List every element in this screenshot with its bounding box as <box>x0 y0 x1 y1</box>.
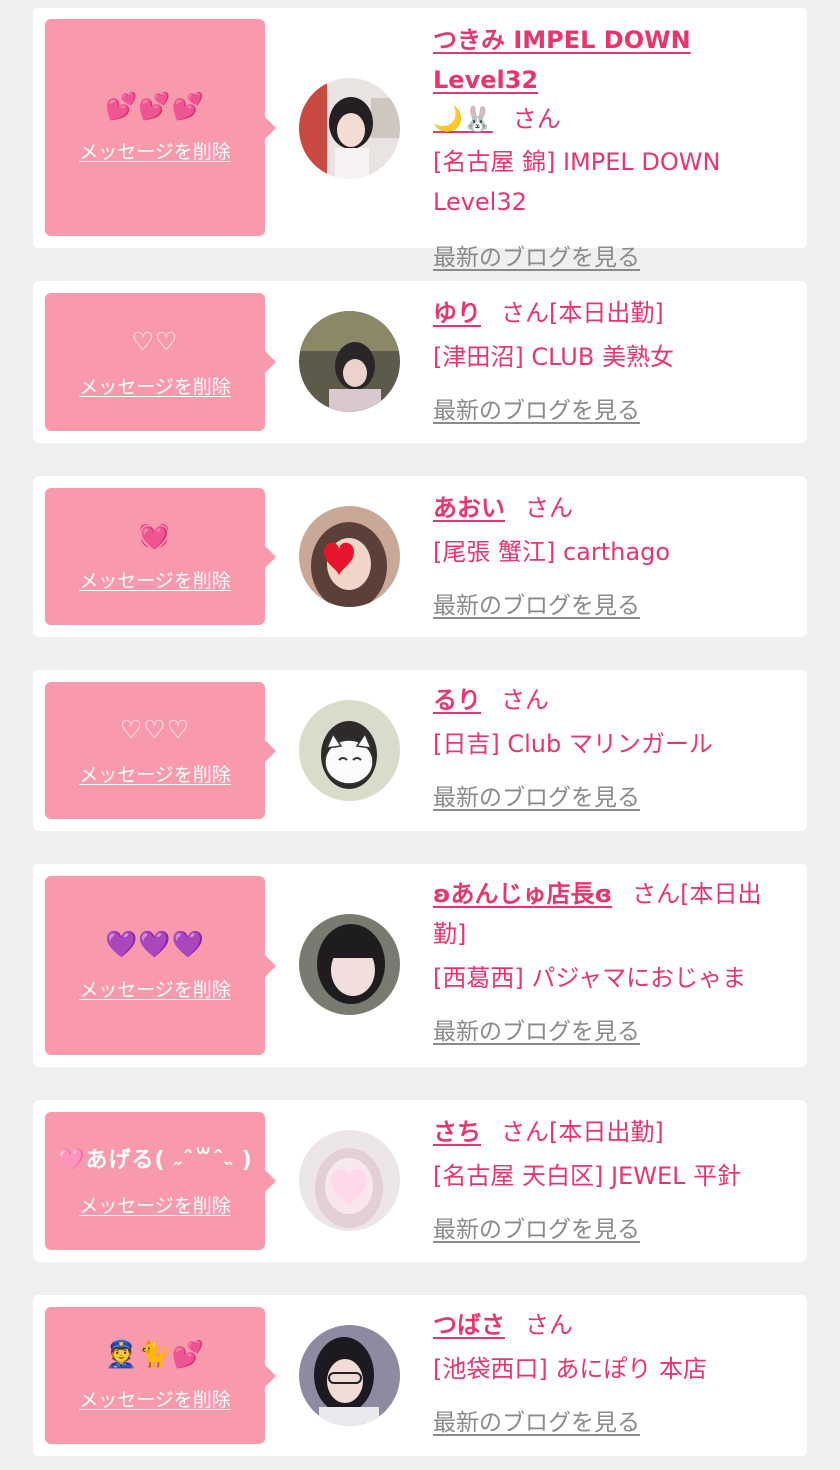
list-item: 🩷あげる( ˶ˆ꒳ˆ˵ ) メッセージを削除 さち さん[本日出勤] [名古屋 天… <box>33 1100 807 1262</box>
delete-message-button[interactable]: メッセージを削除 <box>79 1191 231 1218</box>
message-box: 🩷あげる( ˶ˆ꒳ˆ˵ ) メッセージを削除 <box>45 1112 276 1250</box>
heart-face-cover-icon <box>299 506 400 607</box>
message-emoji: ♡♡ <box>131 326 179 356</box>
delete-message-button[interactable]: メッセージを削除 <box>79 372 231 399</box>
avatar[interactable] <box>299 311 400 412</box>
avatar[interactable] <box>299 700 400 801</box>
message-emoji: 💕💕💕 <box>104 92 206 122</box>
shop-name: [尾張 蟹江] carthago <box>433 538 670 566</box>
avatar[interactable] <box>299 78 400 179</box>
san-suffix: さん <box>501 1118 549 1146</box>
list-item: ♡♡♡ メッセージを削除 るり さん [日吉] Club マリンガール 最新のブロ… <box>33 670 807 831</box>
status-suffix: [本日出勤] <box>549 1118 664 1146</box>
message-box: 💓 メッセージを削除 <box>45 488 276 625</box>
shop-name: [名古屋 錦] IMPEL DOWN Level32 <box>433 148 721 216</box>
item-info: るり さん [日吉] Club マリンガール 最新のブログを見る <box>433 678 793 812</box>
list-item: 💜💜💜 メッセージを削除 ʚあんじゅ店長ɞ さん[本日出勤] [西葛西] パジャマ… <box>33 864 807 1067</box>
cat-face-cover-icon <box>299 700 400 801</box>
message-emoji: 👮🐈💕 <box>104 1340 206 1370</box>
message-box: ♡♡♡ メッセージを削除 <box>45 682 276 819</box>
item-info: つきみ IMPEL DOWN Level32 🌙🐰 さん [名古屋 錦] IMPE… <box>433 20 793 272</box>
list-item: 👮🐈💕 メッセージを削除 つばさ さん [池袋西口] あにぽり 本店 最新のブログ… <box>33 1295 807 1456</box>
shop-name: [津田沼] CLUB 美熟女 <box>433 343 674 371</box>
cast-name-link[interactable]: るり <box>433 686 481 714</box>
delete-message-button[interactable]: メッセージを削除 <box>79 566 231 593</box>
delete-message-button[interactable]: メッセージを削除 <box>79 137 231 164</box>
shop-name: [日吉] Club マリンガール <box>433 730 713 758</box>
list-item: 💓 メッセージを削除 あおい さん [尾張 蟹江] carthago 最新のブログ… <box>33 476 807 637</box>
latest-blog-link[interactable]: 最新のブログを見る <box>433 245 640 271</box>
name-emoji: 🌙🐰 <box>433 105 493 133</box>
san-suffix: さん <box>501 686 549 714</box>
message-emoji: 🩷あげる( ˶ˆ꒳ˆ˵ ) <box>57 1147 253 1173</box>
cast-name-link[interactable]: さち <box>433 1118 481 1146</box>
delete-message-button[interactable]: メッセージを削除 <box>79 1385 231 1412</box>
avatar[interactable] <box>299 1325 400 1426</box>
shop-name: [池袋西口] あにぽり 本店 <box>433 1355 707 1383</box>
message-emoji: 💓 <box>138 521 172 551</box>
heart-face-cover-icon <box>299 1130 400 1231</box>
message-box: 👮🐈💕 メッセージを削除 <box>45 1307 276 1444</box>
cast-name-link[interactable]: つきみ IMPEL DOWN Level32 <box>433 26 691 94</box>
latest-blog-link[interactable]: 最新のブログを見る <box>433 1217 640 1243</box>
list-item: ♡♡ メッセージを削除 ゆり さん[本日出勤] [津田沼] CLUB 美熟女 最新… <box>33 281 807 443</box>
photo-avatar-icon <box>299 311 400 412</box>
shop-name: [西葛西] パジャマにおじゃま <box>433 964 747 992</box>
san-suffix: さん <box>525 1311 573 1339</box>
delete-message-button[interactable]: メッセージを削除 <box>79 975 231 1002</box>
cast-name-link[interactable]: ゆり <box>433 299 481 327</box>
item-info: ゆり さん[本日出勤] [津田沼] CLUB 美熟女 最新のブログを見る <box>433 291 793 425</box>
san-suffix: さん <box>632 880 681 908</box>
delete-message-button[interactable]: メッセージを削除 <box>79 760 231 787</box>
message-emoji: 💜💜💜 <box>104 930 206 960</box>
san-suffix: さん <box>501 299 549 327</box>
cast-name-link[interactable]: つばさ <box>433 1311 505 1339</box>
latest-blog-link[interactable]: 最新のブログを見る <box>433 785 640 811</box>
photo-avatar-icon <box>299 914 400 1015</box>
latest-blog-link[interactable]: 最新のブログを見る <box>433 1410 640 1436</box>
item-info: つばさ さん [池袋西口] あにぽり 本店 最新のブログを見る <box>433 1303 793 1437</box>
message-box: 💕💕💕 メッセージを削除 <box>45 19 276 236</box>
message-box: 💜💜💜 メッセージを削除 <box>45 876 276 1055</box>
list-item: 💕💕💕 メッセージを削除 つきみ IMPEL DOWN Level32 🌙🐰 さん… <box>33 8 807 271</box>
san-suffix: さん <box>512 105 561 133</box>
message-emoji: ♡♡♡ <box>119 715 191 744</box>
shop-name: [名古屋 天白区] JEWEL 平針 <box>433 1162 742 1190</box>
photo-avatar-icon <box>299 78 400 179</box>
message-box: ♡♡ メッセージを削除 <box>45 293 276 431</box>
item-info: ʚあんじゅ店長ɞ さん[本日出勤] [西葛西] パジャマにおじゃま 最新のブログを… <box>433 874 793 1046</box>
item-info: あおい さん [尾張 蟹江] carthago 最新のブログを見る <box>433 486 793 620</box>
status-suffix: [本日出勤] <box>549 299 664 327</box>
latest-blog-link[interactable]: 最新のブログを見る <box>433 1019 640 1045</box>
san-suffix: さん <box>525 494 573 522</box>
favorite-list: 💕💕💕 メッセージを削除 つきみ IMPEL DOWN Level32 🌙🐰 さん… <box>0 0 840 1470</box>
avatar[interactable] <box>299 1130 400 1231</box>
cast-name-link[interactable]: あおい <box>433 494 505 522</box>
cast-name-link[interactable]: ʚあんじゅ店長ɞ <box>433 880 612 908</box>
avatar[interactable] <box>299 914 400 1015</box>
latest-blog-link[interactable]: 最新のブログを見る <box>433 398 640 424</box>
item-info: さち さん[本日出勤] [名古屋 天白区] JEWEL 平針 最新のブログを見る <box>433 1110 793 1244</box>
avatar[interactable] <box>299 506 400 607</box>
latest-blog-link[interactable]: 最新のブログを見る <box>433 593 640 619</box>
photo-avatar-icon <box>299 1325 400 1426</box>
